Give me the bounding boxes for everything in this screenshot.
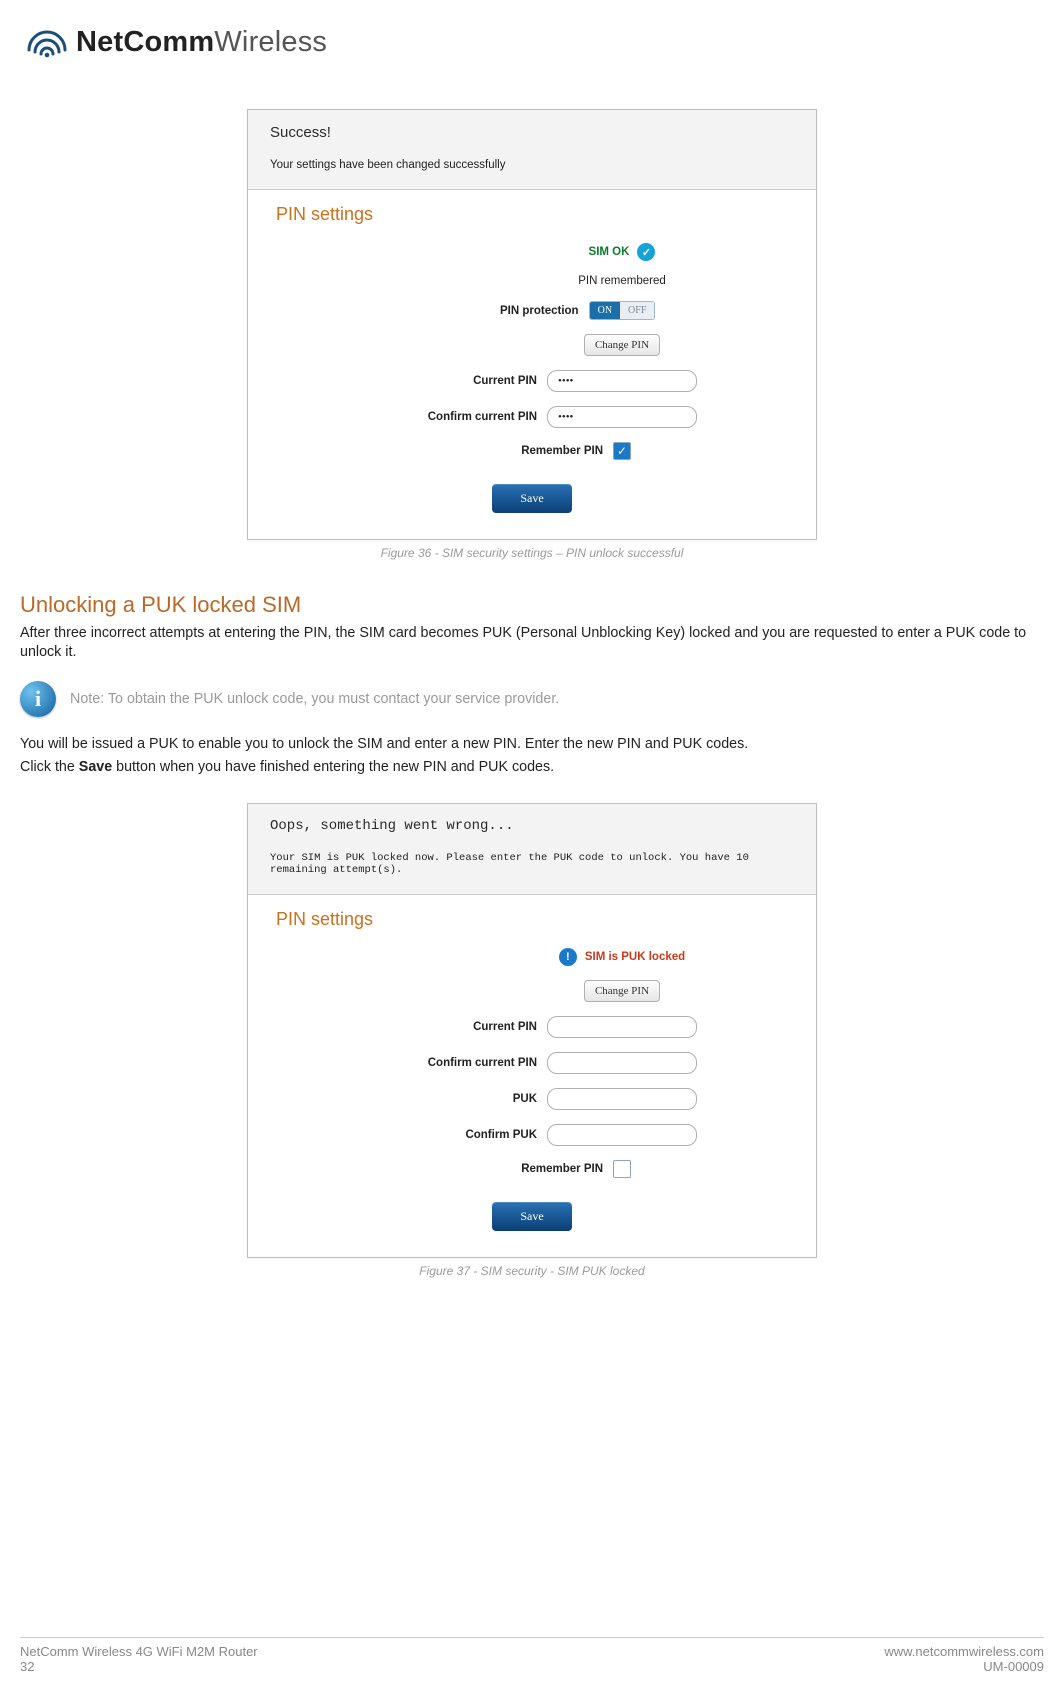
confirm-current-pin-input[interactable]: •••• [547, 406, 697, 428]
paragraph-intro: After three incorrect attempts at enteri… [20, 624, 1044, 663]
figure-36: Success! Your settings have been changed… [20, 109, 1044, 560]
wifi-arc-icon [26, 28, 68, 58]
save-button[interactable]: Save [492, 1202, 571, 1231]
label-confirm-puk: Confirm PUK [367, 1129, 537, 1141]
banner-body: Your SIM is PUK locked now. Please enter… [270, 852, 794, 876]
change-pin-button[interactable]: Change PIN [584, 334, 660, 356]
label-pin-protection: PIN protection [409, 305, 579, 317]
footer-product: NetComm Wireless 4G WiFi M2M Router [20, 1644, 258, 1659]
label-current-pin: Current PIN [367, 1021, 537, 1033]
confirm-puk-input[interactable] [547, 1124, 697, 1146]
figure-36-caption: Figure 36 - SIM security settings – PIN … [381, 546, 684, 560]
panel-title: PIN settings [276, 909, 788, 930]
error-banner: Oops, something went wrong... Your SIM i… [248, 804, 816, 895]
check-icon: ✓ [637, 243, 655, 261]
alert-icon: ! [559, 948, 577, 966]
info-note: i Note: To obtain the PUK unlock code, y… [20, 681, 1044, 717]
label-current-pin: Current PIN [367, 375, 537, 387]
footer-page-number: 32 [20, 1659, 258, 1674]
label-remember-pin: Remember PIN [433, 1163, 603, 1175]
banner-title: Success! [270, 124, 794, 141]
brand-logo: NetCommWireless [20, 26, 1044, 59]
footer-url: www.netcommwireless.com [884, 1644, 1044, 1659]
label-puk: PUK [367, 1093, 537, 1105]
pin-protection-toggle[interactable]: ON OFF [589, 301, 656, 320]
section-heading: Unlocking a PUK locked SIM [20, 592, 1044, 618]
current-pin-input[interactable] [547, 1016, 697, 1038]
change-pin-button[interactable]: Change PIN [584, 980, 660, 1002]
current-pin-input[interactable]: •••• [547, 370, 697, 392]
sim-status-text: SIM OK [589, 246, 630, 258]
success-banner: Success! Your settings have been changed… [248, 110, 816, 190]
label-confirm-current-pin: Confirm current PIN [367, 411, 537, 423]
banner-body: Your settings have been changed successf… [270, 159, 794, 171]
figure-37: Oops, something went wrong... Your SIM i… [20, 803, 1044, 1278]
footer-doc-id: UM-00009 [884, 1659, 1044, 1674]
screenshot-pin-success: Success! Your settings have been changed… [247, 109, 817, 540]
puk-input[interactable] [547, 1088, 697, 1110]
screenshot-puk-locked: Oops, something went wrong... Your SIM i… [247, 803, 817, 1258]
pin-remembered-text: PIN remembered [578, 275, 666, 287]
label-confirm-current-pin: Confirm current PIN [367, 1057, 537, 1069]
figure-37-caption: Figure 37 - SIM security - SIM PUK locke… [419, 1264, 644, 1278]
panel-title: PIN settings [276, 204, 788, 225]
page-footer: NetComm Wireless 4G WiFi M2M Router 32 w… [20, 1637, 1044, 1674]
confirm-current-pin-input[interactable] [547, 1052, 697, 1074]
note-text: Note: To obtain the PUK unlock code, you… [70, 691, 559, 707]
sim-status-text: SIM is PUK locked [585, 951, 685, 963]
paragraph-save-instruction: Click the Save button when you have fini… [20, 758, 1044, 777]
label-remember-pin: Remember PIN [433, 445, 603, 457]
brand-wordmark: NetCommWireless [76, 26, 327, 59]
remember-pin-checkbox[interactable] [613, 1160, 631, 1178]
info-icon: i [20, 681, 56, 717]
save-button[interactable]: Save [492, 484, 571, 513]
banner-title: Oops, something went wrong... [270, 818, 794, 834]
paragraph-puk-issue: You will be issued a PUK to enable you t… [20, 735, 1044, 754]
remember-pin-checkbox[interactable]: ✓ [613, 442, 631, 460]
